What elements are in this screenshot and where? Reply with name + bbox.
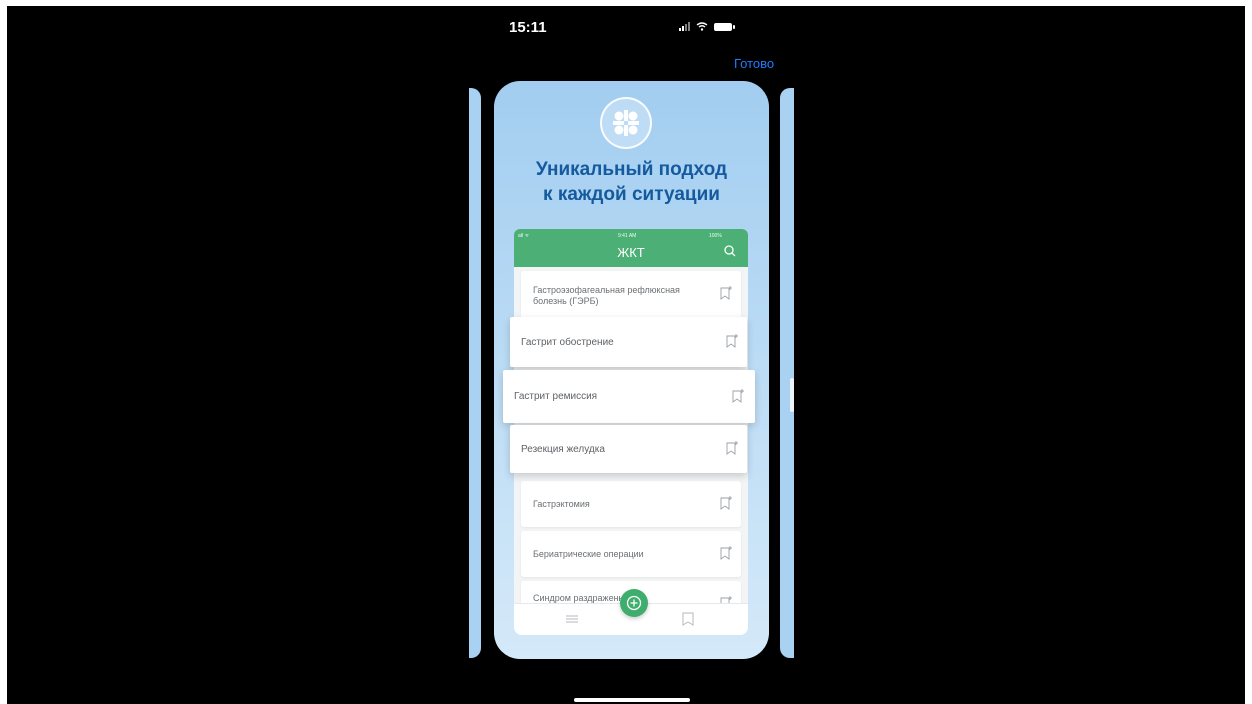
inner-app-title: ЖКТ [617, 245, 645, 260]
battery-icon [714, 22, 735, 31]
popped-list-item: Гастрит обострение [510, 317, 747, 367]
status-icons [679, 22, 735, 31]
bookmark-icon [720, 496, 732, 510]
status-time: 15:11 [509, 19, 547, 36]
popped-list-item: Гастрит ремиссия [503, 370, 755, 423]
bookmark-icon [682, 612, 694, 626]
menu-icon [566, 615, 578, 623]
plus-circle-icon [626, 595, 642, 611]
promo-headline-line1: Уникальный подход [535, 159, 728, 180]
bookmark-icon [720, 286, 732, 300]
search-icon [724, 245, 736, 257]
popped-item-label: Гастрит обострение [521, 337, 614, 348]
logo-icon [600, 97, 652, 149]
promo-headline-line2: к каждой ситуации [543, 184, 720, 205]
list-item-label: Гастрэктомия [533, 499, 590, 509]
inner-status-time: 9:41 AM [618, 233, 637, 239]
home-indicator[interactable] [574, 698, 690, 702]
previous-page-preview[interactable] [469, 88, 481, 658]
bookmark-icon [726, 334, 738, 348]
wifi-icon [696, 22, 708, 31]
bookmark-icon [732, 389, 744, 403]
add-button [620, 589, 648, 617]
done-button[interactable]: Готово [734, 56, 774, 71]
list-item-label-line1: Гастроэзофагеальная рефлюксная [533, 285, 680, 295]
popped-list-item: Резекция желудка [510, 425, 747, 473]
inner-status-right: 100% [709, 233, 722, 239]
signal-icon [679, 22, 690, 31]
bookmark-icon [726, 441, 738, 455]
popped-item-label: Резекция желудка [521, 444, 605, 455]
popped-item-label: Гастрит ремиссия [514, 391, 598, 402]
inner-app-header: atl ᯤ 9:41 AM 100% ЖКТ [514, 229, 748, 267]
list-item: Бериатрические операции [521, 531, 741, 577]
bookmark-icon [720, 546, 732, 560]
screen: 15:11 Готово Уникальный подход к каждой … [7, 6, 1245, 704]
list-item: Гастроэзофагеальная рефлюксная болезнь (… [521, 271, 741, 321]
page-handle[interactable] [790, 378, 794, 412]
list-item-label-line2: болезнь (ГЭРБ) [533, 296, 599, 306]
next-page-preview[interactable] [780, 88, 794, 658]
list-item-label: Бериатрические операции [533, 549, 644, 559]
list-item: Гастрэктомия [521, 481, 741, 527]
inner-status-left: atl ᯤ [518, 233, 530, 239]
